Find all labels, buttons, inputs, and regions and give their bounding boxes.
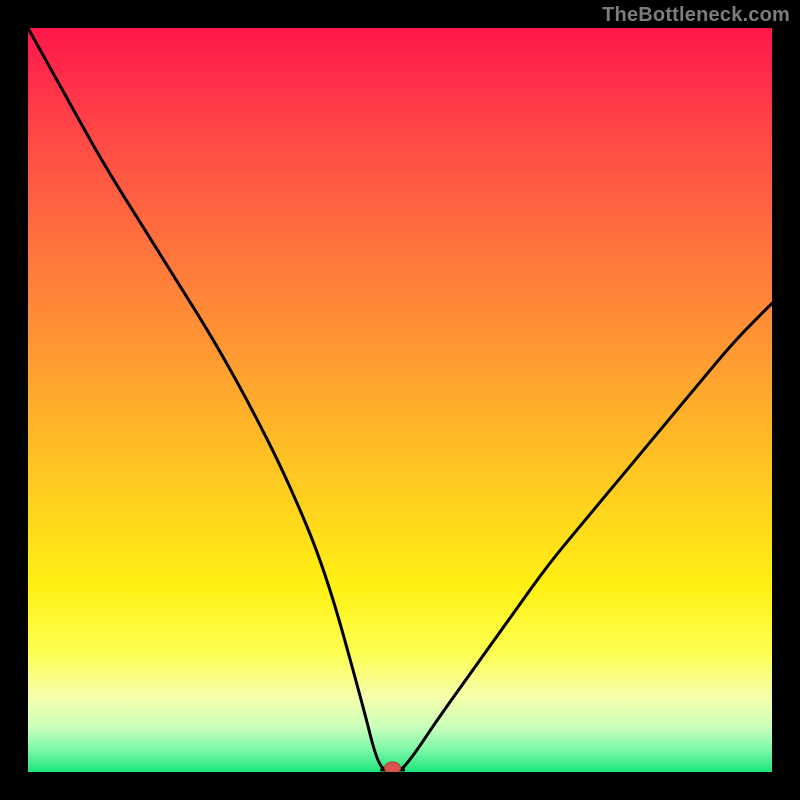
chart-frame: TheBottleneck.com	[0, 0, 800, 800]
bottleneck-curve-svg	[28, 28, 772, 772]
watermark-text: TheBottleneck.com	[602, 4, 790, 27]
bottleneck-curve-path	[28, 28, 772, 772]
plot-area	[28, 28, 772, 772]
optimal-point-marker	[385, 762, 401, 772]
